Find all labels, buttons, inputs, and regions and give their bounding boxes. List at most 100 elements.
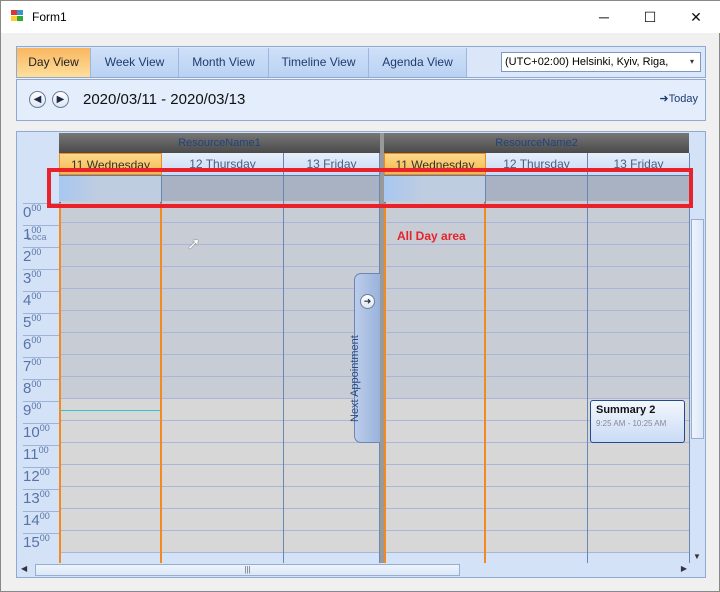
time-slot[interactable] bbox=[386, 267, 484, 289]
close-button[interactable]: ✕ bbox=[681, 5, 711, 29]
time-slot[interactable] bbox=[486, 377, 587, 399]
maximize-button[interactable]: ☐ bbox=[635, 5, 665, 29]
time-slot[interactable] bbox=[386, 377, 484, 399]
time-slot[interactable] bbox=[386, 465, 484, 487]
time-slot[interactable] bbox=[588, 509, 689, 531]
prev-arrow-icon[interactable]: ◀ bbox=[29, 91, 46, 108]
vertical-scrollbar[interactable]: ▼ bbox=[690, 217, 705, 563]
time-slot[interactable] bbox=[162, 333, 283, 355]
time-slot[interactable] bbox=[486, 267, 587, 289]
time-slot[interactable] bbox=[61, 223, 160, 245]
vertical-scroll-thumb[interactable] bbox=[691, 219, 704, 439]
time-slot[interactable] bbox=[386, 289, 484, 311]
time-slot[interactable] bbox=[162, 311, 283, 333]
tab-day-view[interactable]: Day View bbox=[17, 48, 91, 77]
time-slot[interactable] bbox=[386, 399, 484, 421]
time-slot[interactable] bbox=[162, 465, 283, 487]
time-slot[interactable] bbox=[386, 487, 484, 509]
time-slot[interactable] bbox=[61, 443, 160, 465]
time-slot[interactable] bbox=[162, 223, 283, 245]
scroll-down-icon[interactable]: ▼ bbox=[693, 552, 701, 561]
chevron-down-icon[interactable]: ▾ bbox=[684, 53, 700, 71]
time-slot[interactable] bbox=[486, 245, 587, 267]
time-slot[interactable] bbox=[486, 333, 587, 355]
time-slot[interactable] bbox=[386, 355, 484, 377]
tab-agenda-view[interactable]: Agenda View bbox=[369, 48, 467, 77]
time-slot[interactable] bbox=[588, 443, 689, 465]
time-slot[interactable] bbox=[386, 443, 484, 465]
timezone-select[interactable]: (UTC+02:00) Helsinki, Kyiv, Riga, ▾ bbox=[501, 52, 701, 72]
time-slot[interactable] bbox=[162, 377, 283, 399]
time-slot[interactable] bbox=[386, 311, 484, 333]
scroll-right-icon[interactable]: ▶ bbox=[681, 564, 687, 573]
time-slot[interactable] bbox=[284, 509, 379, 531]
time-slot[interactable] bbox=[61, 289, 160, 311]
time-slot[interactable] bbox=[284, 531, 379, 553]
time-slot[interactable] bbox=[486, 311, 587, 333]
time-slot[interactable] bbox=[486, 289, 587, 311]
time-slot[interactable] bbox=[486, 355, 587, 377]
time-slot[interactable] bbox=[588, 289, 689, 311]
time-slot[interactable] bbox=[588, 245, 689, 267]
time-slot[interactable] bbox=[386, 509, 484, 531]
time-slot[interactable] bbox=[61, 531, 160, 553]
appointment[interactable]: Summary 2 9:25 AM - 10:25 AM bbox=[590, 400, 685, 443]
time-slot[interactable] bbox=[61, 487, 160, 509]
time-slot[interactable] bbox=[162, 399, 283, 421]
time-slot[interactable] bbox=[588, 377, 689, 399]
time-slot[interactable] bbox=[162, 531, 283, 553]
time-slot[interactable] bbox=[284, 443, 379, 465]
next-arrow-icon[interactable]: ▶ bbox=[52, 91, 69, 108]
time-slot[interactable] bbox=[284, 465, 379, 487]
time-slot[interactable] bbox=[284, 487, 379, 509]
time-slot[interactable] bbox=[386, 531, 484, 553]
scroll-left-icon[interactable]: ◀ bbox=[21, 564, 27, 573]
time-slot[interactable] bbox=[588, 355, 689, 377]
time-slot[interactable] bbox=[61, 333, 160, 355]
horizontal-scrollbar[interactable]: ◀ ||| ▶ bbox=[18, 563, 690, 577]
time-slot[interactable] bbox=[486, 421, 587, 443]
time-slot[interactable] bbox=[588, 223, 689, 245]
time-slot[interactable] bbox=[486, 531, 587, 553]
time-slot[interactable] bbox=[284, 223, 379, 245]
time-slot[interactable] bbox=[162, 289, 283, 311]
time-slot[interactable] bbox=[486, 223, 587, 245]
time-slot[interactable] bbox=[284, 245, 379, 267]
time-slot[interactable] bbox=[162, 245, 283, 267]
time-slot[interactable] bbox=[486, 399, 587, 421]
tab-timeline-view[interactable]: Timeline View bbox=[269, 48, 369, 77]
time-slot[interactable] bbox=[386, 333, 484, 355]
time-slot[interactable] bbox=[588, 333, 689, 355]
time-slot[interactable] bbox=[588, 531, 689, 553]
time-slot[interactable] bbox=[61, 355, 160, 377]
time-slot[interactable] bbox=[486, 465, 587, 487]
time-slot[interactable] bbox=[162, 487, 283, 509]
time-slot[interactable] bbox=[588, 487, 689, 509]
time-slot[interactable] bbox=[61, 465, 160, 487]
tab-month-view[interactable]: Month View bbox=[179, 48, 269, 77]
minimize-button[interactable]: ─ bbox=[589, 5, 619, 29]
time-slot[interactable] bbox=[61, 311, 160, 333]
next-appointment-button[interactable]: ➜ Next Appointment bbox=[349, 273, 380, 443]
time-slot[interactable] bbox=[162, 421, 283, 443]
time-slot[interactable] bbox=[588, 311, 689, 333]
time-slot[interactable] bbox=[162, 355, 283, 377]
horizontal-scroll-thumb[interactable]: ||| bbox=[35, 564, 460, 576]
time-slot[interactable] bbox=[588, 465, 689, 487]
time-slot[interactable] bbox=[61, 245, 160, 267]
time-slot[interactable] bbox=[386, 245, 484, 267]
today-button[interactable]: ➜Today bbox=[659, 92, 698, 105]
time-slot[interactable] bbox=[61, 509, 160, 531]
time-slot[interactable] bbox=[162, 509, 283, 531]
time-slot[interactable] bbox=[162, 443, 283, 465]
time-slot[interactable] bbox=[61, 421, 160, 443]
time-slot[interactable] bbox=[386, 421, 484, 443]
time-slot[interactable] bbox=[486, 443, 587, 465]
time-slot[interactable] bbox=[61, 377, 160, 399]
time-slot[interactable] bbox=[486, 487, 587, 509]
time-slot[interactable] bbox=[162, 267, 283, 289]
time-slot[interactable] bbox=[61, 267, 160, 289]
time-slot[interactable] bbox=[588, 267, 689, 289]
time-slot[interactable] bbox=[486, 509, 587, 531]
tab-week-view[interactable]: Week View bbox=[91, 48, 179, 77]
